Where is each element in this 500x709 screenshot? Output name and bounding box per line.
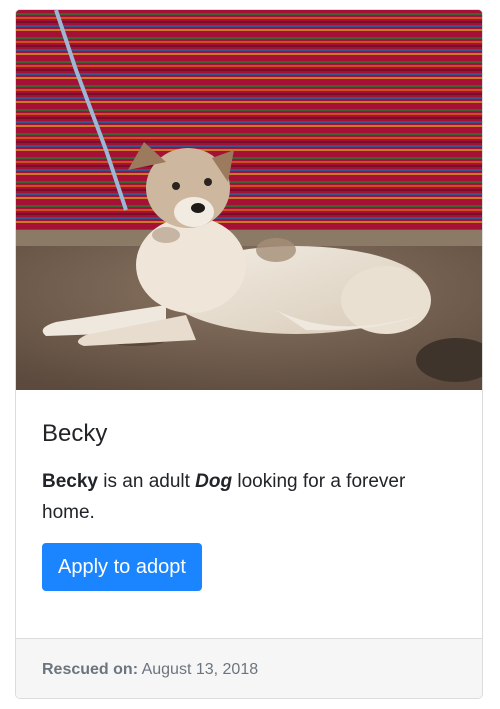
pet-card: Becky Becky is an adult Dog looking for … xyxy=(15,9,483,699)
pet-species: Dog xyxy=(195,471,233,492)
pet-name-inline: Becky xyxy=(42,471,98,492)
description-text-part-1: is an adult xyxy=(98,471,196,492)
card-body: Becky Becky is an adult Dog looking for … xyxy=(16,390,482,638)
pet-photo xyxy=(16,10,482,390)
apply-to-adopt-button[interactable]: Apply to adopt xyxy=(42,543,202,591)
dog-photo-illustration xyxy=(16,10,482,390)
rescued-on-date: August 13, 2018 xyxy=(141,661,259,678)
pet-name-title: Becky xyxy=(42,420,108,447)
rescued-on-label: Rescued on: xyxy=(42,661,139,678)
card-footer: Rescued on: August 13, 2018 xyxy=(16,638,482,698)
pet-description: Becky is an adult Dog looking for a fore… xyxy=(42,466,452,528)
